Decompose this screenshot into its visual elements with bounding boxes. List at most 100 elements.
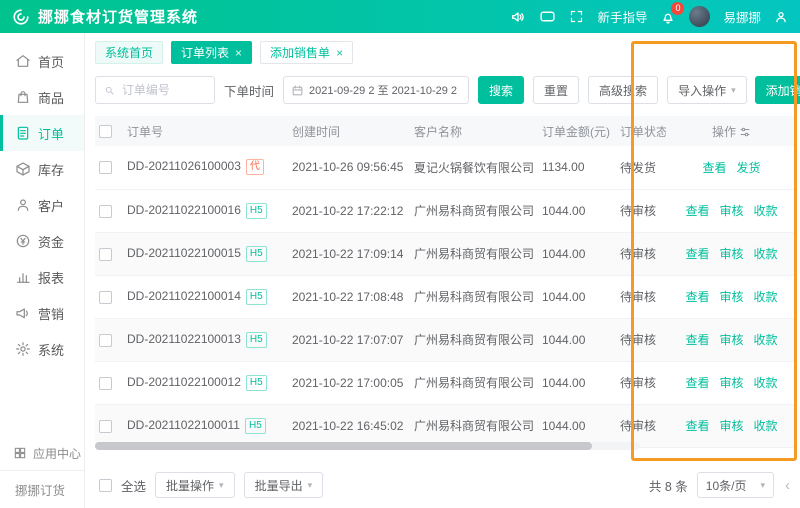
sidebar-item-label: 营销 [38, 304, 64, 323]
row-checkbox[interactable] [99, 291, 112, 304]
sidebar-item-customers[interactable]: 客户 [0, 187, 84, 223]
sidebar-item-goods[interactable]: 商品 [0, 79, 84, 115]
row-checkbox-cell [95, 404, 123, 447]
customer-name: 广州易科商贸有限公司 [410, 318, 538, 361]
order-number-cell: DD-20211022100011H5 [123, 404, 288, 447]
chevron-down-icon: ▾ [308, 481, 313, 490]
created-time: 2021-10-22 17:08:48 [288, 275, 410, 318]
row-actions-cell: 查看审核收款 [666, 275, 797, 318]
order-status: 待审核 [616, 275, 666, 318]
toolbar-right-group: 导入操作 ▾ 添加销售单 [667, 76, 800, 104]
action-link[interactable]: 收款 [754, 419, 778, 433]
col-header-status: 订单状态 [616, 116, 666, 146]
select-all-checkbox[interactable] [99, 125, 112, 138]
action-link[interactable]: 审核 [719, 247, 743, 261]
fullscreen-icon[interactable] [569, 9, 584, 24]
volume-icon[interactable] [510, 9, 526, 25]
row-checkbox-cell [95, 275, 123, 318]
action-link[interactable]: 收款 [754, 376, 778, 390]
tab-order-list[interactable]: 订单列表 × [171, 41, 252, 64]
tab-bar: 系统首页 订单列表 × 添加销售单 × [85, 33, 800, 70]
add-sale-order-button[interactable]: 添加销售单 [755, 76, 800, 104]
reset-button[interactable]: 重置 [533, 76, 579, 104]
row-checkbox[interactable] [99, 334, 112, 347]
action-link[interactable]: 收款 [754, 290, 778, 304]
date-range-value: 2021-09-29 2 至 2021-10-29 2 [309, 82, 457, 98]
newbie-guide-link[interactable]: 新手指导 [597, 7, 647, 26]
action-link[interactable]: 查看 [685, 247, 709, 261]
app-center-link[interactable]: 应用中心 [0, 436, 84, 470]
sidebar-item-inventory[interactable]: 库存 [0, 151, 84, 187]
sidebar-item-reports[interactable]: 报表 [0, 259, 84, 295]
column-filter-icon[interactable] [739, 126, 751, 138]
order-no-input[interactable] [95, 76, 215, 104]
sidebar-item-home[interactable]: 首页 [0, 43, 84, 79]
table-row: DD-20211022100012H52021-10-22 17:00:05广州… [95, 361, 797, 404]
close-icon[interactable]: × [336, 47, 343, 59]
order-number-cell: DD-20211022100014H5 [123, 275, 288, 318]
action-link[interactable]: 收款 [754, 333, 778, 347]
row-checkbox[interactable] [99, 205, 112, 218]
app-grid-icon [13, 446, 27, 460]
row-checkbox[interactable] [99, 420, 112, 433]
action-link[interactable]: 查看 [685, 290, 709, 304]
action-link[interactable]: 查看 [685, 419, 709, 433]
advanced-search-button[interactable]: 高级搜索 [588, 76, 658, 104]
order-source-tag: H5 [246, 332, 267, 348]
action-link[interactable]: 收款 [754, 204, 778, 218]
window-icon[interactable] [539, 9, 556, 24]
close-icon[interactable]: × [235, 47, 242, 59]
order-source-tag: H5 [246, 246, 267, 262]
sidebar-item-marketing[interactable]: 营销 [0, 295, 84, 331]
row-checkbox[interactable] [99, 248, 112, 261]
action-link[interactable]: 收款 [754, 247, 778, 261]
order-amount: 1044.00 [538, 404, 616, 447]
table-row: DD-20211022100011H52021-10-22 16:45:02广州… [95, 404, 797, 447]
import-actions-dropdown[interactable]: 导入操作 ▾ [667, 76, 747, 104]
tab-system-home[interactable]: 系统首页 [95, 41, 163, 64]
sidebar-item-funds[interactable]: 资金 [0, 223, 84, 259]
action-link[interactable]: 审核 [719, 376, 743, 390]
sidebar-item-system[interactable]: 系统 [0, 331, 84, 367]
action-link[interactable]: 发货 [737, 161, 761, 175]
footer-select-all-checkbox[interactable] [99, 479, 112, 492]
action-link[interactable]: 审核 [719, 333, 743, 347]
sidebar-item-orders[interactable]: 订单 [0, 115, 84, 151]
scrollbar-thumb[interactable] [95, 442, 592, 450]
order-amount: 1134.00 [538, 146, 616, 189]
row-checkbox[interactable] [99, 377, 112, 390]
order-amount: 1044.00 [538, 318, 616, 361]
funds-icon [15, 233, 31, 249]
row-actions-cell: 查看审核收款 [666, 318, 797, 361]
batch-export-dropdown[interactable]: 批量导出 ▾ [244, 472, 324, 498]
action-link[interactable]: 查看 [685, 204, 709, 218]
order-source-tag: 代 [246, 159, 264, 175]
order-number-cell: DD-20211026100003 代 [123, 146, 288, 189]
avatar[interactable] [689, 6, 710, 27]
order-status: 待审核 [616, 404, 666, 447]
batch-action-dropdown[interactable]: 批量操作 ▾ [155, 472, 235, 498]
date-range-input[interactable]: 2021-09-29 2 至 2021-10-29 2 [283, 76, 469, 104]
action-link[interactable]: 查看 [685, 333, 709, 347]
action-link[interactable]: 审核 [719, 204, 743, 218]
order-no-field[interactable] [120, 82, 206, 98]
notification-bell[interactable]: 0 [660, 9, 676, 25]
username[interactable]: 易挪挪 [723, 7, 761, 26]
row-checkbox[interactable] [99, 161, 112, 174]
action-link[interactable]: 审核 [719, 290, 743, 304]
horizontal-scrollbar[interactable] [95, 442, 640, 450]
order-number: DD-20211026100003 [127, 159, 241, 173]
search-button[interactable]: 搜索 [478, 76, 524, 104]
sidebar-brand[interactable]: 挪挪订货 [0, 470, 84, 508]
action-link[interactable]: 查看 [685, 376, 709, 390]
sidebar-item-label: 首页 [38, 52, 64, 71]
action-link[interactable]: 查看 [702, 161, 726, 175]
order-number: DD-20211022100013 [127, 332, 241, 346]
customer-name: 广州易科商贸有限公司 [410, 189, 538, 232]
page-size-select[interactable]: 10条/页 ▾ [697, 472, 774, 498]
app-title: 挪挪食材订货管理系统 [38, 6, 198, 27]
prev-page-button[interactable]: ‹ [783, 477, 792, 494]
tab-add-sale[interactable]: 添加销售单 × [260, 41, 353, 64]
user-icon[interactable] [774, 10, 788, 24]
action-link[interactable]: 审核 [719, 419, 743, 433]
